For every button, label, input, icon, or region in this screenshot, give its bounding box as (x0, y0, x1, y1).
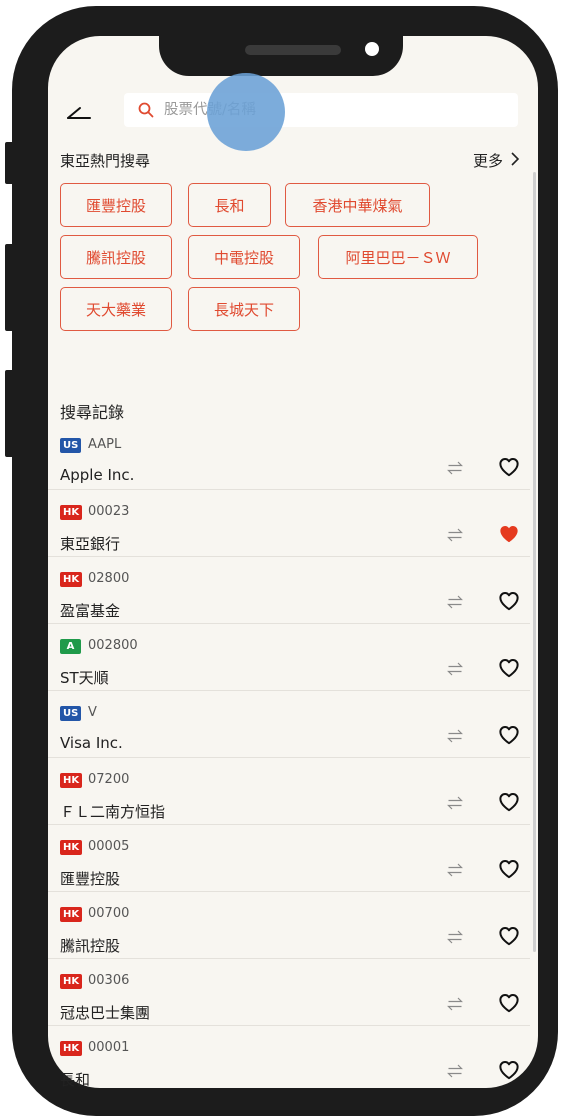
row-divider (48, 1025, 530, 1026)
speaker-grille (245, 45, 341, 55)
market-badge: US (60, 706, 82, 721)
stock-name: 匯豐控股 (60, 870, 121, 888)
stock-name: Apple Inc. (60, 466, 135, 484)
back-arrow-icon[interactable] (66, 101, 92, 121)
market-badge: HK (60, 572, 83, 587)
heart-outline-icon[interactable] (498, 457, 520, 477)
stock-code: 00005 (88, 839, 130, 854)
stock-code: AAPL (88, 437, 122, 452)
row-divider (48, 824, 530, 825)
compare-arrows-icon[interactable] (447, 862, 463, 878)
history-row[interactable]: HK 02800 盈富基金 (48, 571, 530, 624)
compare-arrows-icon[interactable] (447, 661, 463, 677)
heart-outline-icon[interactable] (498, 926, 520, 946)
market-badge: HK (60, 773, 83, 788)
market-badge: HK (60, 1041, 83, 1056)
compare-arrows-icon[interactable] (447, 460, 463, 476)
stock-name: 冠忠巴士集團 (60, 1004, 151, 1022)
heart-outline-icon[interactable] (498, 1060, 520, 1080)
row-divider (48, 556, 530, 557)
stock-code: 00700 (88, 906, 130, 921)
stock-name: 長和 (60, 1071, 91, 1089)
stock-name: ＦＬ二南方恒指 (60, 803, 166, 821)
stock-name: 騰訊控股 (60, 937, 121, 955)
stock-name: 盈富基金 (60, 602, 121, 620)
hot-chip[interactable]: 騰訊控股 (60, 235, 172, 279)
stock-code: 002800 (88, 638, 138, 653)
row-divider (48, 690, 530, 691)
compare-arrows-icon[interactable] (447, 594, 463, 610)
history-row[interactable]: HK 00700 騰訊控股 (48, 906, 530, 959)
heart-outline-icon[interactable] (498, 658, 520, 678)
stock-name: 東亞銀行 (60, 535, 121, 553)
history-row[interactable]: HK 00005 匯豐控股 (48, 839, 530, 892)
market-badge: HK (60, 907, 83, 922)
heart-outline-icon[interactable] (498, 725, 520, 745)
stock-code: 00306 (88, 973, 130, 988)
search-icon (138, 102, 154, 118)
compare-arrows-icon[interactable] (447, 728, 463, 744)
row-divider (48, 489, 530, 490)
market-badge: A (60, 639, 81, 654)
heart-outline-icon[interactable] (498, 993, 520, 1013)
chevron-right-icon[interactable] (510, 151, 520, 167)
hot-chip[interactable]: 匯豐控股 (60, 183, 172, 227)
row-divider (48, 891, 530, 892)
touch-indicator (207, 73, 285, 151)
hot-chip[interactable]: 香港中華煤氣 (285, 183, 430, 227)
history-row[interactable]: HK 00306 冠忠巴士集團 (48, 973, 530, 1026)
compare-arrows-icon[interactable] (447, 527, 463, 543)
hot-chip[interactable]: 長城天下 (188, 287, 300, 331)
heart-outline-icon[interactable] (498, 792, 520, 812)
market-badge: HK (60, 840, 83, 855)
compare-arrows-icon[interactable] (447, 996, 463, 1012)
market-badge: HK (60, 505, 83, 520)
hot-chip[interactable]: 阿里巴巴－ＳＷ (318, 235, 478, 279)
row-divider (48, 623, 530, 624)
compare-arrows-icon[interactable] (447, 795, 463, 811)
history-row[interactable]: A 002800 ST天順 (48, 638, 530, 691)
device-mockup: 東亞熱門搜尋 更多 匯豐控股 長和 香港中華煤氣 騰訊控股 中電控股 阿里巴巴－… (0, 0, 563, 1119)
search-bar[interactable] (124, 93, 518, 127)
history-row[interactable]: US V Visa Inc. (48, 705, 530, 758)
stock-name: ST天順 (60, 669, 109, 687)
history-row[interactable]: US AAPL Apple Inc. (48, 437, 530, 490)
notch (159, 26, 403, 76)
history-row[interactable]: HK 00001 長和 (48, 1040, 530, 1101)
more-link[interactable]: 更多 (473, 150, 503, 171)
hot-chip[interactable]: 長和 (188, 183, 271, 227)
scrollbar[interactable] (533, 172, 536, 952)
hot-search-title: 東亞熱門搜尋 (60, 152, 151, 170)
heart-outline-icon[interactable] (498, 591, 520, 611)
stock-code: 00001 (88, 1040, 130, 1055)
hot-chip[interactable]: 天大藥業 (60, 287, 172, 331)
front-camera (365, 42, 379, 56)
history-row[interactable]: HK 07200 ＦＬ二南方恒指 (48, 772, 530, 825)
stock-code: V (88, 705, 97, 720)
row-divider (48, 958, 530, 959)
compare-arrows-icon[interactable] (447, 929, 463, 945)
hot-chip[interactable]: 中電控股 (188, 235, 300, 279)
stock-code: 02800 (88, 571, 130, 586)
market-badge: US (60, 438, 82, 453)
history-row[interactable]: HK 00023 東亞銀行 (48, 504, 530, 557)
stock-code: 07200 (88, 772, 130, 787)
compare-arrows-icon[interactable] (447, 1063, 463, 1079)
market-badge: HK (60, 974, 83, 989)
row-divider (48, 757, 530, 758)
heart-filled-icon[interactable] (498, 524, 520, 544)
search-history-title: 搜尋記錄 (60, 403, 125, 422)
heart-outline-icon[interactable] (498, 859, 520, 879)
stock-name: Visa Inc. (60, 734, 123, 752)
stock-code: 00023 (88, 504, 130, 519)
